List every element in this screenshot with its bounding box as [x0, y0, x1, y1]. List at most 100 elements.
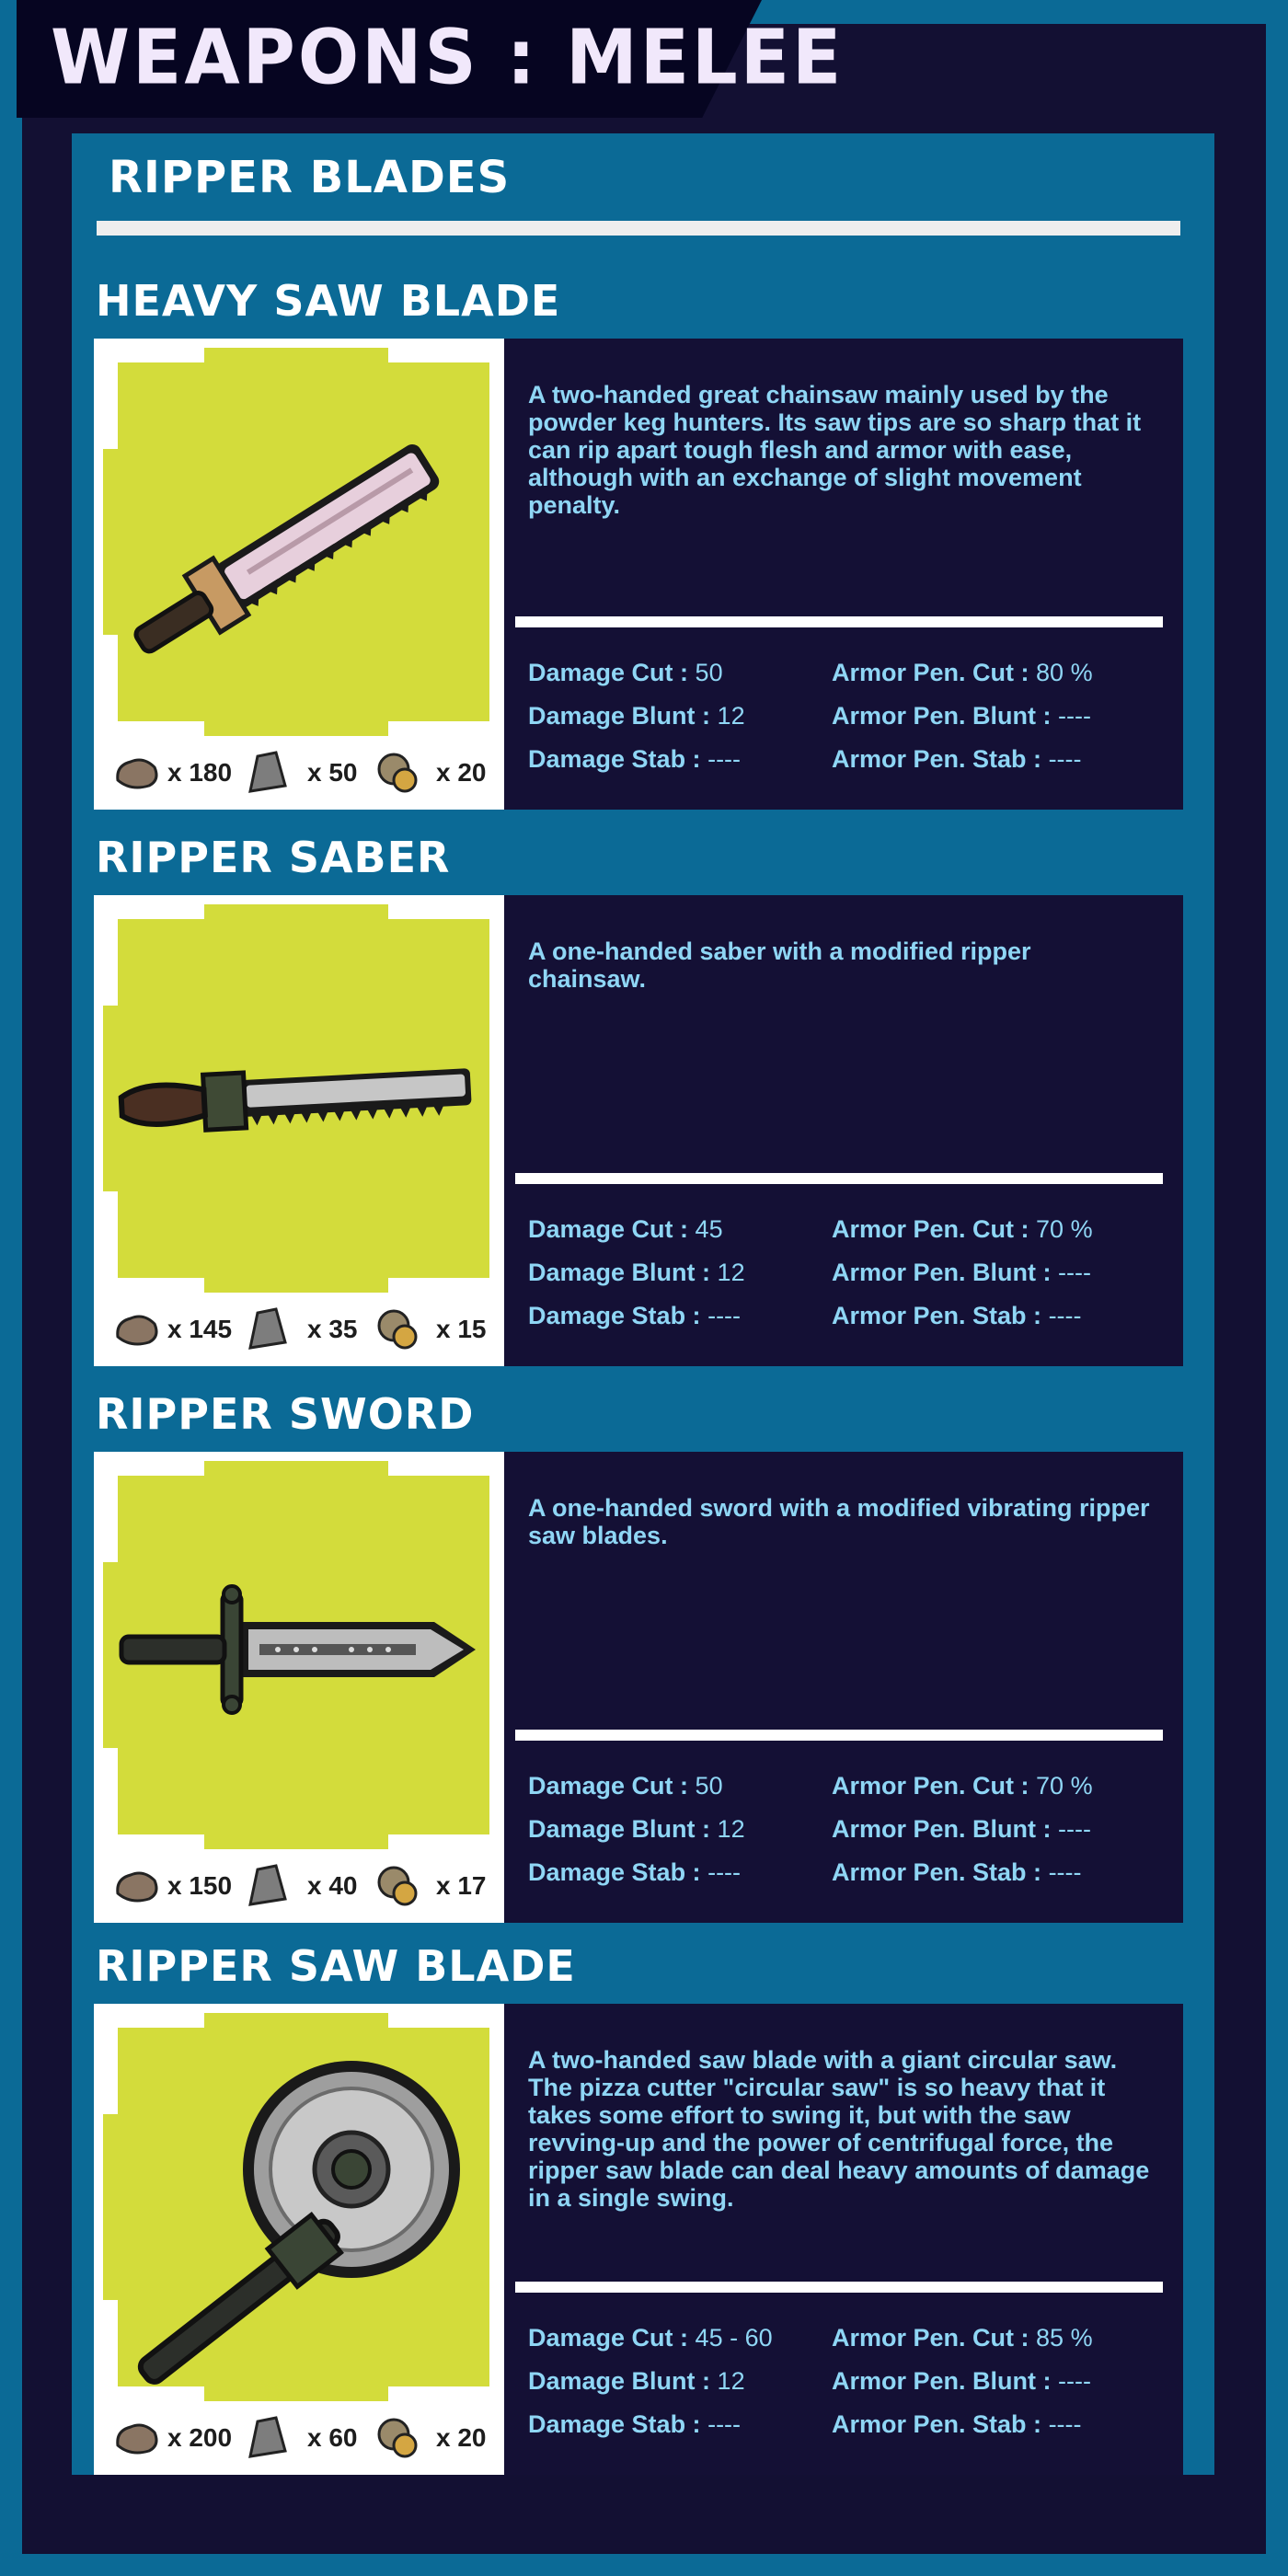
weapon-card-ripper-saber[interactable]: RIPPER SABER x 145 x 35 x 15 A one-hande… [94, 833, 1183, 1366]
ore-icon [116, 1315, 158, 1346]
weapon-image-frame [103, 348, 489, 736]
frame-corner [103, 348, 118, 449]
frame-corner [388, 2386, 489, 2401]
weapon-card: x 145 x 35 x 15 A one-handed saber with … [94, 895, 1183, 1366]
frame-corner [103, 2013, 204, 2028]
stone-icon [248, 2416, 287, 2458]
weapon-description: A two-handed saw blade with a giant circ… [528, 2046, 1150, 2212]
description-divider [515, 1730, 1163, 1741]
stat-damage-stab: Damage Stab : ---- [528, 1858, 742, 1886]
stat-damage-cut: Damage Cut : 50 [528, 659, 723, 686]
stat-damage-blunt: Damage Blunt : 12 [528, 1815, 745, 1843]
frame-corner [103, 1461, 204, 1476]
description-box: A two-handed saw blade with a giant circ… [504, 2004, 1183, 2475]
frame-corner [103, 904, 204, 919]
crafting-cost: x 200 x 60 x 20 [112, 2410, 499, 2466]
weapon-description: A one-handed saber with a modified rippe… [528, 937, 1031, 993]
stat-damage-stab: Damage Stab : ---- [528, 745, 742, 773]
scrap-icon [377, 753, 418, 793]
stat-armor-stab: Armor Pen. Stab : ---- [832, 2410, 1082, 2438]
weapon-name: RIPPER SAW BLADE [96, 1941, 576, 1991]
stat-armor-stab: Armor Pen. Stab : ---- [832, 1302, 1082, 1329]
stat-damage-blunt: Damage Blunt : 12 [528, 2367, 745, 2395]
frame-corner [103, 1461, 118, 1562]
weapon-name: RIPPER SABER [96, 833, 451, 882]
frame-corner [388, 721, 489, 736]
stat-armor-stab: Armor Pen. Stab : ---- [832, 1858, 1082, 1886]
frame-corner [103, 904, 118, 1006]
description-box: A two-handed great chainsaw mainly used … [504, 339, 1183, 810]
stone-count: x 40 [307, 1871, 358, 1900]
stone-count: x 50 [307, 758, 358, 787]
ripper-sword-icon [119, 1584, 476, 1715]
weapon-card-ripper-saw-blade[interactable]: RIPPER SAW BLADE x 200 x 60 x 20 A two-h… [94, 1941, 1183, 2475]
description-divider [515, 1173, 1163, 1184]
stat-damage-cut: Damage Cut : 45 [528, 1215, 723, 1243]
scrap-count: x 20 [436, 758, 487, 787]
stone-icon [248, 1864, 287, 1906]
weapon-image-frame [103, 2013, 489, 2401]
frame-corner [388, 348, 489, 362]
scrap-icon [377, 1866, 418, 1906]
ore-count: x 180 [167, 758, 233, 787]
weapon-card: x 180 x 50 x 20 A two-handed great chain… [94, 339, 1183, 810]
stat-armor-cut: Armor Pen. Cut : 70 % [832, 1772, 1093, 1800]
stat-armor-cut: Armor Pen. Cut : 80 % [832, 659, 1093, 686]
stat-damage-blunt: Damage Blunt : 12 [528, 702, 745, 730]
weapon-description: A one-handed sword with a modified vibra… [528, 1494, 1150, 1549]
scrap-count: x 20 [436, 2423, 487, 2452]
ore-count: x 200 [167, 2423, 233, 2452]
frame-corner [103, 721, 204, 736]
scrap-icon [377, 1309, 418, 1350]
stat-damage-stab: Damage Stab : ---- [528, 2410, 742, 2438]
frame-corner [388, 1461, 489, 1476]
weapon-card-heavy-saw-blade[interactable]: HEAVY SAW BLADE x 180 x 50 x 20 A two-ha… [94, 276, 1183, 810]
scrap-count: x 15 [436, 1315, 487, 1343]
frame-corner [388, 1278, 489, 1293]
weapon-image-frame [103, 904, 489, 1293]
scrap-icon [377, 2418, 418, 2458]
crafting-cost: x 150 x 40 x 17 [112, 1858, 499, 1914]
ore-icon [116, 2423, 158, 2455]
frame-corner [103, 1834, 204, 1849]
stone-icon [248, 751, 287, 793]
page-title: WEAPONS : MELEE [51, 14, 845, 102]
ripper-saber-icon [118, 1068, 472, 1133]
frame-corner [103, 2386, 204, 2401]
ore-count: x 150 [167, 1871, 233, 1900]
stat-damage-cut: Damage Cut : 45 - 60 [528, 2324, 773, 2352]
weapon-name: HEAVY SAW BLADE [96, 276, 561, 326]
description-divider [515, 2282, 1163, 2293]
crafting-cost: x 145 x 35 x 15 [112, 1302, 499, 1357]
weapon-image-frame [103, 1461, 489, 1849]
weapon-card: x 150 x 40 x 17 A one-handed sword with … [94, 1452, 1183, 1923]
weapon-card: x 200 x 60 x 20 A two-handed saw blade w… [94, 2004, 1183, 2475]
stat-armor-blunt: Armor Pen. Blunt : ---- [832, 2367, 1091, 2395]
frame-corner [103, 348, 204, 362]
ripper-saw-blade-icon [137, 2061, 460, 2385]
frame-corner [388, 1834, 489, 1849]
section-title: RIPPER BLADES [109, 152, 511, 203]
scrap-count: x 17 [436, 1871, 487, 1900]
frame-corner [388, 904, 489, 919]
description-box: A one-handed sword with a modified vibra… [504, 1452, 1183, 1923]
stat-armor-stab: Armor Pen. Stab : ---- [832, 745, 1082, 773]
ore-icon [116, 758, 158, 789]
frame-corner [388, 2013, 489, 2028]
stat-damage-stab: Damage Stab : ---- [528, 1302, 742, 1329]
heavy-saw-blade-icon [133, 443, 440, 654]
stat-armor-blunt: Armor Pen. Blunt : ---- [832, 1815, 1091, 1843]
description-divider [515, 616, 1163, 627]
stat-armor-cut: Armor Pen. Cut : 85 % [832, 2324, 1093, 2352]
ore-icon [116, 1871, 158, 1903]
ore-count: x 145 [167, 1315, 233, 1343]
stat-armor-blunt: Armor Pen. Blunt : ---- [832, 702, 1091, 730]
weapon-card-ripper-sword[interactable]: RIPPER SWORD x 150 x 40 x 17 A one-hande… [94, 1389, 1183, 1923]
weapon-description: A two-handed great chainsaw mainly used … [528, 381, 1142, 519]
stone-count: x 60 [307, 2423, 358, 2452]
stat-armor-cut: Armor Pen. Cut : 70 % [832, 1215, 1093, 1243]
stat-damage-cut: Damage Cut : 50 [528, 1772, 723, 1800]
frame-corner [103, 2013, 118, 2114]
stat-damage-blunt: Damage Blunt : 12 [528, 1259, 745, 1286]
section-divider [97, 221, 1180, 236]
